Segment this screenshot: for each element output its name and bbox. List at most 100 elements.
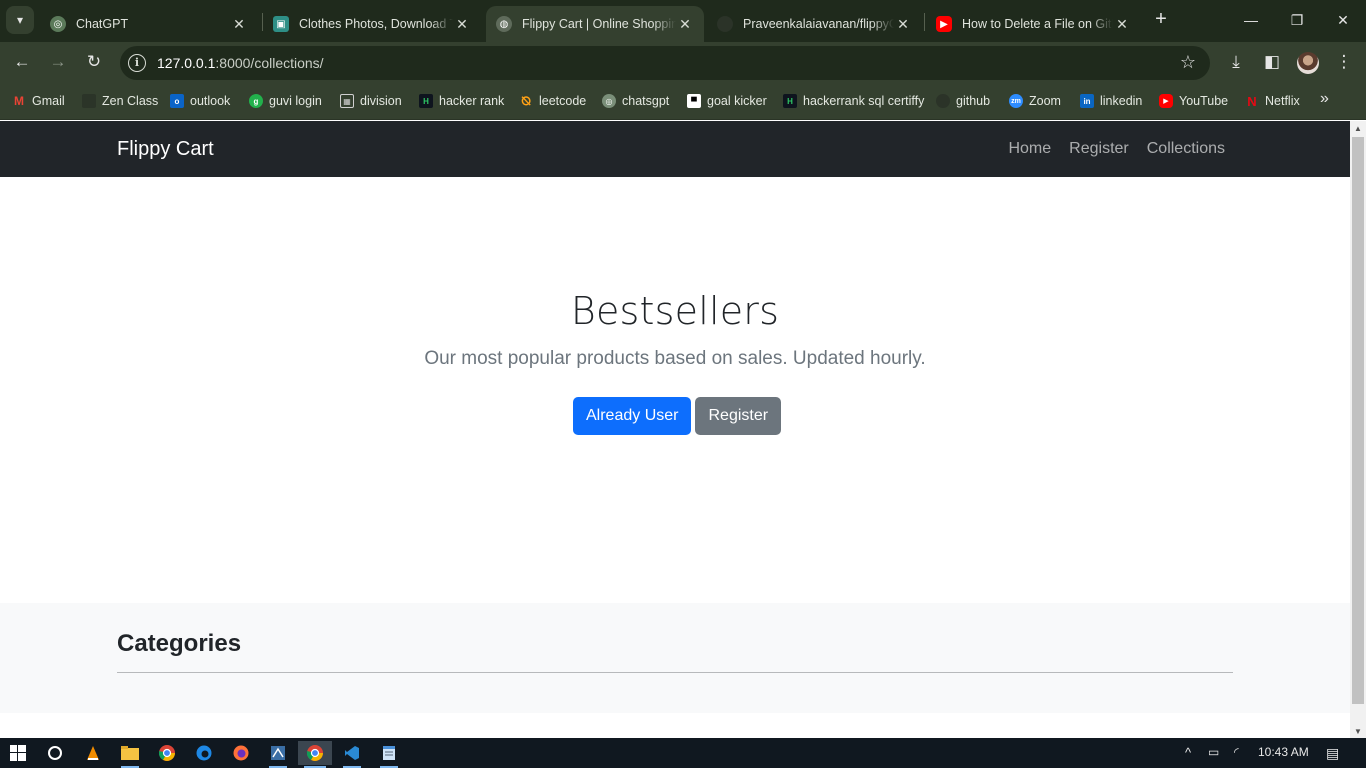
tab-flippy-cart[interactable]: ◍ Flippy Cart | Online Shopping ✕ [486,6,704,42]
plus-icon: + [1155,8,1167,30]
tab-youtube-video[interactable]: ▶ How to Delete a File on GitH ✕ [926,6,1141,42]
bookmark-hacker-rank[interactable]: Hhacker rank [419,92,504,110]
nav-links: Home Register Collections [1008,140,1225,158]
chatgpt-icon: ◎ [50,16,66,32]
close-window-button[interactable]: ✕ [1320,6,1366,34]
leetcode-icon: ⦰ [521,93,531,108]
bookmark-zoom[interactable]: zm Zoom [1009,92,1061,110]
page-viewport: Flippy Cart Home Register Collections Be… [0,121,1366,738]
scrollbar-thumb[interactable] [1352,137,1364,704]
goalkicker-icon: ▀ [687,94,701,108]
netflix-icon: N [1247,93,1257,109]
menu-button[interactable]: ⋮ [1332,50,1356,74]
bookmark-github[interactable]: github [936,92,990,110]
hero-section: Bestsellers Our most popular products ba… [0,177,1350,603]
restore-icon: ❐ [1290,12,1304,28]
gmail-icon: M [14,94,24,108]
bookmark-youtube[interactable]: ▶ YouTube [1159,92,1228,110]
chevron-down-icon: ▾ [16,13,24,27]
reload-button[interactable]: ↻ [82,50,106,74]
notifications-icon[interactable]: ▤ [1326,745,1339,762]
bookmark-star-icon[interactable]: ☆ [1180,52,1196,73]
edge-icon[interactable] [189,741,219,765]
forward-button[interactable]: → [46,50,70,74]
address-bar[interactable]: i 127.0.0.1:8000/collections/ ☆ [120,46,1210,80]
tab-chatgpt[interactable]: ◎ ChatGPT ✕ [40,6,258,42]
profile-avatar[interactable] [1297,52,1319,74]
tab-github-repo[interactable]: Praveenkalaiavanan/flippyCa ✕ [707,6,922,42]
chrome-active-icon[interactable] [298,741,332,768]
site-navbar: Flippy Cart Home Register Collections [0,121,1350,177]
zen-icon [82,94,96,108]
hackerrank-icon: H [783,94,797,108]
site-brand-link[interactable]: Flippy Cart [117,138,214,161]
vlc-icon[interactable] [78,741,108,765]
nav-home-link[interactable]: Home [1008,140,1051,158]
side-panel-icon: ◧ [1263,52,1281,71]
bookmark-leetcode[interactable]: ⦰ leetcode [519,92,586,110]
register-button[interactable]: Register [695,397,782,435]
more-bookmarks-icon[interactable]: » [1320,90,1329,108]
github-icon [936,94,950,108]
chrome-icon[interactable] [152,741,182,765]
url-text[interactable]: 127.0.0.1:8000/collections/ [157,55,324,71]
youtube-icon: ▶ [1159,94,1173,108]
search-icon[interactable] [40,741,70,765]
scroll-up-icon[interactable]: ▲ [1353,124,1363,133]
back-button[interactable]: ← [10,50,34,74]
close-icon[interactable]: ✕ [230,16,248,33]
clock-time[interactable]: 10:43 AM [1258,745,1309,759]
bookmark-division[interactable]: ▦ division [340,92,402,110]
nav-register-link[interactable]: Register [1069,140,1129,158]
close-icon[interactable]: ✕ [453,16,471,33]
new-tab-button[interactable]: + [1150,8,1172,32]
tab-strip: ▾ ◎ ChatGPT ✕ ▣ Clothes Photos, Download… [0,0,1366,42]
linkedin-icon: in [1080,94,1094,108]
unsplash-icon: ▣ [273,16,289,32]
minimize-button[interactable]: — [1228,6,1274,34]
bookmark-gmail[interactable]: M Gmail [12,92,65,110]
bookmark-zen-class[interactable]: Zen Class [82,92,158,110]
notepad-icon[interactable] [374,741,404,768]
zoom-icon: zm [1009,94,1023,108]
download-icon: ⤓ [1232,52,1240,71]
hero-buttons: Already User Register [573,397,782,435]
page-scrollbar[interactable]: ▲ ▼ [1350,121,1366,738]
nav-collections-link[interactable]: Collections [1147,140,1225,158]
github-icon [717,16,733,32]
battery-icon[interactable]: ▭ [1208,745,1219,759]
firefox-icon[interactable] [226,741,256,765]
restore-button[interactable]: ❐ [1274,6,1320,34]
bookmark-netflix[interactable]: N Netflix [1245,92,1299,110]
scroll-down-icon[interactable]: ▼ [1353,727,1363,736]
bookmark-chatsgpt[interactable]: ◎ chatsgpt [602,92,669,110]
bookmark-outlook[interactable]: o outlook [170,92,230,110]
site-info-icon[interactable]: i [128,54,146,72]
close-icon: ✕ [1337,12,1349,28]
side-panel-button[interactable]: ◧ [1260,50,1284,74]
hero-lead: Our most popular products based on sales… [424,348,926,369]
minimize-icon: — [1244,12,1258,28]
bookmark-guvi-login[interactable]: g guvi login [249,92,322,110]
bookmark-linkedin[interactable]: in linkedin [1080,92,1142,110]
hero-title: Bestsellers [570,289,780,333]
downloads-button[interactable]: ⤓ [1224,50,1248,74]
calculator-icon: ▦ [340,94,354,108]
chevron-up-icon[interactable]: ^ [1185,745,1191,760]
arrow-left-icon: ← [13,52,31,71]
sql-tool-icon[interactable] [263,741,293,768]
tab-clothes-photos[interactable]: ▣ Clothes Photos, Download The ✕ [263,6,481,42]
close-icon[interactable]: ✕ [1113,16,1131,33]
already-user-button[interactable]: Already User [573,397,692,435]
windows-start-icon[interactable] [3,741,33,765]
tab-search-button[interactable]: ▾ [6,6,34,34]
vscode-icon[interactable] [337,741,367,768]
bookmark-goal-kicker[interactable]: ▀ goal kicker [687,92,767,110]
bookmark-hackerrank-sql[interactable]: Hhackerrank sql certiffy [783,92,924,110]
file-explorer-icon[interactable] [115,741,145,768]
close-icon[interactable]: ✕ [676,16,694,33]
wifi-icon[interactable]: ◜ [1234,745,1239,759]
chatgpt-icon: ◎ [602,94,616,108]
close-icon[interactable]: ✕ [894,16,912,33]
reload-icon: ↻ [86,52,102,71]
